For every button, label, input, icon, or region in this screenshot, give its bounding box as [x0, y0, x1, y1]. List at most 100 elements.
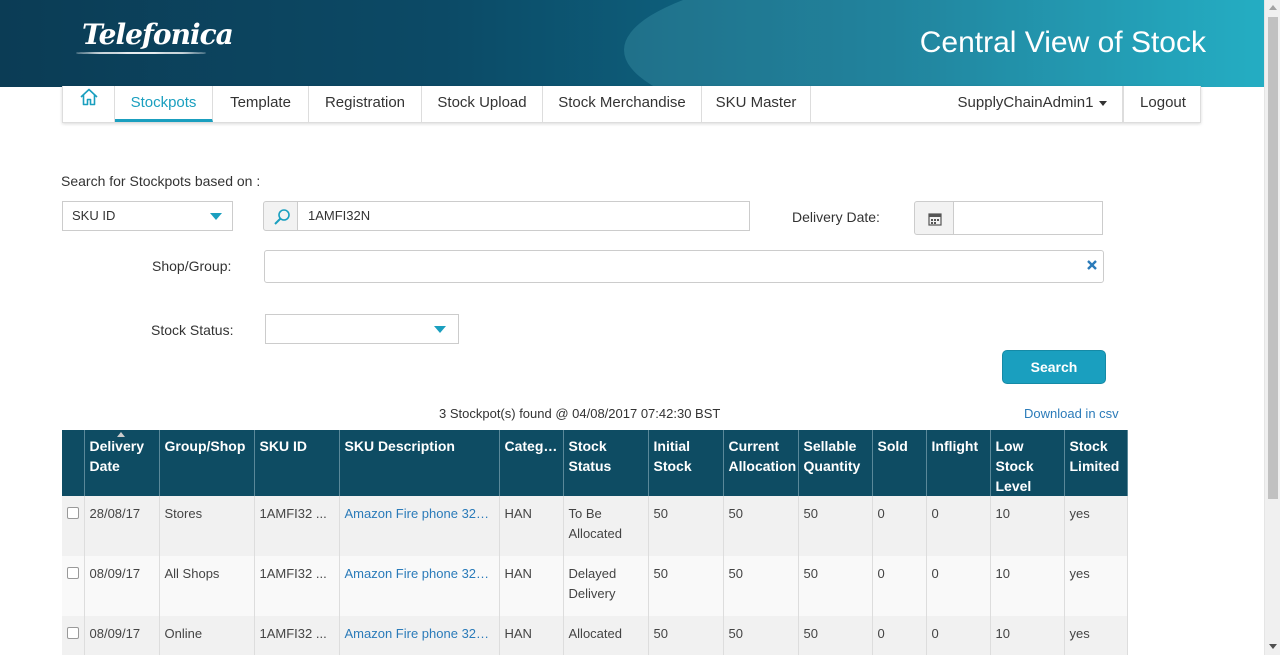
search-heading: Search for Stockpots based on : [61, 173, 261, 189]
cell-sold: 0 [872, 616, 927, 655]
column-header-sellable-quantity[interactable]: Sellable Quantity [798, 430, 873, 496]
cell-sku-id: 1AMFI32 ... [254, 496, 340, 556]
nav-home[interactable] [63, 86, 115, 122]
cell-stock-limited: yes [1064, 496, 1128, 556]
cell-sellable-quantity: 50 [798, 556, 873, 616]
column-header-inflight[interactable]: Inflight [926, 430, 991, 496]
row-checkbox-cell [62, 556, 85, 616]
table-header-row: Delivery Date Group/Shop SKU ID SKU Desc… [62, 430, 1128, 496]
cell-delivery-date: 28/08/17 [84, 496, 160, 556]
sort-asc-icon [117, 432, 125, 437]
cell-sku-id: 1AMFI32 ... [254, 616, 340, 655]
cell-low-stock-level: 10 [990, 616, 1065, 655]
sku-search-input[interactable]: 1AMFI32N [297, 201, 750, 231]
row-checkbox-cell [62, 616, 85, 655]
column-header-current-allocation[interactable]: Current Allocation [723, 430, 799, 496]
table-row[interactable]: 28/08/17 Stores 1AMFI32 ... Amazon Fire … [62, 496, 1128, 556]
results-summary: 3 Stockpot(s) found @ 04/08/2017 07:42:3… [439, 406, 721, 421]
cell-stock-status: Allocated [563, 616, 649, 655]
cell-current-allocation: 50 [723, 616, 799, 655]
cell-sku-description-link[interactable]: Amazon Fire phone 32GB [339, 556, 500, 616]
nav-sku-master[interactable]: SKU Master [702, 86, 811, 122]
column-header-category[interactable]: Categor... [499, 430, 564, 496]
cell-group-shop: Online [159, 616, 255, 655]
app-header: Telefonica Central View of Stock [0, 0, 1264, 87]
clear-icon[interactable] [1086, 259, 1098, 271]
dropdown-arrow-icon [210, 213, 222, 220]
search-addon [263, 201, 298, 231]
calendar-button[interactable] [914, 201, 954, 235]
cell-initial-stock: 50 [648, 616, 724, 655]
calendar-icon [928, 213, 942, 226]
nav-stock-merchandise[interactable]: Stock Merchandise [543, 86, 702, 122]
cell-current-allocation: 50 [723, 496, 799, 556]
cell-group-shop: Stores [159, 496, 255, 556]
stock-status-label: Stock Status: [151, 322, 234, 338]
column-header-stock-limited[interactable]: Stock Limited [1064, 430, 1128, 496]
search-field-select[interactable]: SKU ID [62, 201, 233, 231]
nav-stock-upload[interactable]: Stock Upload [422, 86, 543, 122]
row-checkbox[interactable] [67, 507, 79, 519]
scrollbar-thumb[interactable] [1268, 17, 1278, 499]
cell-inflight: 0 [926, 556, 991, 616]
logout-button[interactable]: Logout [1123, 86, 1202, 122]
column-header-stock-status[interactable]: Stock Status [563, 430, 649, 496]
stockpot-table: Delivery Date Group/Shop SKU ID SKU Desc… [62, 430, 1128, 655]
column-header-delivery-date[interactable]: Delivery Date [84, 430, 160, 496]
telefonica-logo[interactable]: Telefonica [82, 18, 234, 51]
row-checkbox[interactable] [67, 627, 79, 639]
row-checkbox[interactable] [67, 567, 79, 579]
main-nav: Stockpots Template Registration Stock Up… [62, 86, 1201, 123]
column-header-group-shop[interactable]: Group/Shop [159, 430, 255, 496]
caret-down-icon [1099, 100, 1108, 106]
user-menu[interactable]: SupplyChainAdmin1 [943, 86, 1123, 122]
column-header-sku-description[interactable]: SKU Description [339, 430, 500, 496]
app-title: Central View of Stock [919, 26, 1206, 59]
nav-stockpots[interactable]: Stockpots [115, 86, 213, 122]
nav-registration[interactable]: Registration [309, 86, 422, 122]
download-csv-link[interactable]: Download in csv [1024, 406, 1119, 421]
search-field-value: SKU ID [72, 208, 116, 223]
search-button[interactable]: Search [1002, 350, 1106, 384]
user-name: SupplyChainAdmin1 [957, 94, 1094, 111]
cell-category: HAN [499, 556, 564, 616]
cell-sku-id: 1AMFI32 ... [254, 556, 340, 616]
column-header-initial-stock[interactable]: Initial Stock [648, 430, 724, 496]
nav-template[interactable]: Template [213, 86, 309, 122]
cell-inflight: 0 [926, 496, 991, 556]
cell-sku-description-link[interactable]: Amazon Fire phone 32GB [339, 616, 500, 655]
cell-low-stock-level: 10 [990, 556, 1065, 616]
scroll-down-icon[interactable] [1269, 644, 1277, 649]
cell-category: HAN [499, 616, 564, 655]
column-header-sold[interactable]: Sold [872, 430, 927, 496]
column-header-low-stock-level[interactable]: Low Stock Level [990, 430, 1065, 496]
cell-stock-status: To Be Allocated [563, 496, 649, 556]
column-header-sku-id[interactable]: SKU ID [254, 430, 340, 496]
delivery-date-label: Delivery Date: [792, 209, 880, 225]
table-row[interactable]: 08/09/17 Online 1AMFI32 ... Amazon Fire … [62, 616, 1128, 655]
scroll-up-icon[interactable] [1269, 5, 1277, 10]
row-checkbox-cell [62, 496, 85, 556]
home-icon [79, 86, 99, 120]
cell-stock-limited: yes [1064, 556, 1128, 616]
dropdown-arrow-icon [434, 326, 446, 333]
cell-low-stock-level: 10 [990, 496, 1065, 556]
page-scrollbar[interactable] [1264, 0, 1280, 655]
table-row[interactable]: 08/09/17 All Shops 1AMFI32 ... Amazon Fi… [62, 556, 1128, 616]
search-icon [274, 209, 290, 225]
stock-status-select[interactable] [265, 314, 459, 344]
cell-sellable-quantity: 50 [798, 616, 873, 655]
cell-initial-stock: 50 [648, 556, 724, 616]
cell-category: HAN [499, 496, 564, 556]
cell-initial-stock: 50 [648, 496, 724, 556]
logo-underline [76, 52, 206, 54]
shop-group-input[interactable] [264, 250, 1104, 283]
cell-sellable-quantity: 50 [798, 496, 873, 556]
cell-current-allocation: 50 [723, 556, 799, 616]
cell-inflight: 0 [926, 616, 991, 655]
shop-group-label: Shop/Group: [152, 258, 232, 274]
delivery-date-input[interactable] [953, 201, 1103, 235]
cell-sku-description-link[interactable]: Amazon Fire phone 32GB [339, 496, 500, 556]
cell-delivery-date: 08/09/17 [84, 616, 160, 655]
cell-group-shop: All Shops [159, 556, 255, 616]
